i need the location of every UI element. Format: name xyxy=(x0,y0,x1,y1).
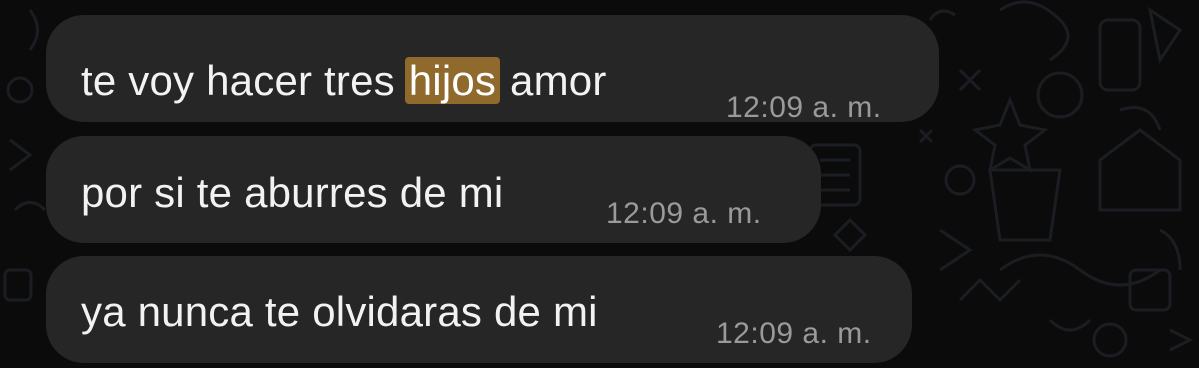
message-bubble-2[interactable]: por si te aburres de mi 12:09 a. m. xyxy=(46,136,821,243)
message-text: por si te aburres de mi xyxy=(81,169,504,216)
message-text: te voy hacer tres hijos amor xyxy=(81,57,607,104)
message-bubble-1[interactable]: te voy hacer tres hijos amor 12:09 a. m. xyxy=(46,15,939,124)
message-text: ya nunca te olvidaras de mi xyxy=(81,288,598,335)
message-timestamp: 12:09 a. m. xyxy=(606,197,762,230)
message-timestamp: 12:09 a. m. xyxy=(716,317,872,350)
message-text-part: te voy hacer tres xyxy=(81,57,407,104)
message-bubble-3[interactable]: ya nunca te olvidaras de mi 12:09 a. m. xyxy=(46,256,912,363)
message-timestamp: 12:09 a. m. xyxy=(726,91,882,124)
search-highlight: hijos xyxy=(404,57,501,104)
message-text-part: amor xyxy=(498,57,607,104)
